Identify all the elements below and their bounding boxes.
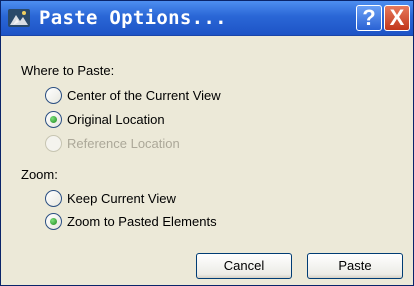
radio-label: Center of the Current View	[67, 88, 221, 103]
close-button[interactable]: X	[384, 5, 410, 31]
where-to-paste-label: Where to Paste:	[21, 63, 115, 78]
cancel-button[interactable]: Cancel	[196, 253, 292, 279]
radio-button	[45, 135, 62, 152]
radio-label: Reference Location	[67, 136, 180, 151]
radio-button[interactable]	[45, 111, 62, 128]
radio-button[interactable]	[45, 213, 62, 230]
app-icon	[8, 9, 30, 27]
zoom-label: Zoom:	[21, 167, 58, 182]
radio-label: Keep Current View	[67, 191, 176, 206]
radio-button[interactable]	[45, 190, 62, 207]
radio-label: Zoom to Pasted Elements	[67, 214, 217, 229]
paste-button[interactable]: Paste	[307, 253, 403, 279]
help-icon: ?	[362, 5, 376, 30]
window-title: Paste Options...	[39, 7, 227, 29]
radio-selected-dot	[50, 116, 57, 123]
radio-label: Original Location	[67, 112, 165, 127]
paste-options-dialog: Paste Options... ? X Where to Paste: Cen…	[0, 0, 414, 286]
radio-selected-dot	[50, 218, 57, 225]
close-icon: X	[389, 5, 405, 30]
help-button[interactable]: ?	[356, 5, 382, 31]
radio-button[interactable]	[45, 87, 62, 104]
title-bar[interactable]: Paste Options... ? X	[1, 1, 413, 36]
